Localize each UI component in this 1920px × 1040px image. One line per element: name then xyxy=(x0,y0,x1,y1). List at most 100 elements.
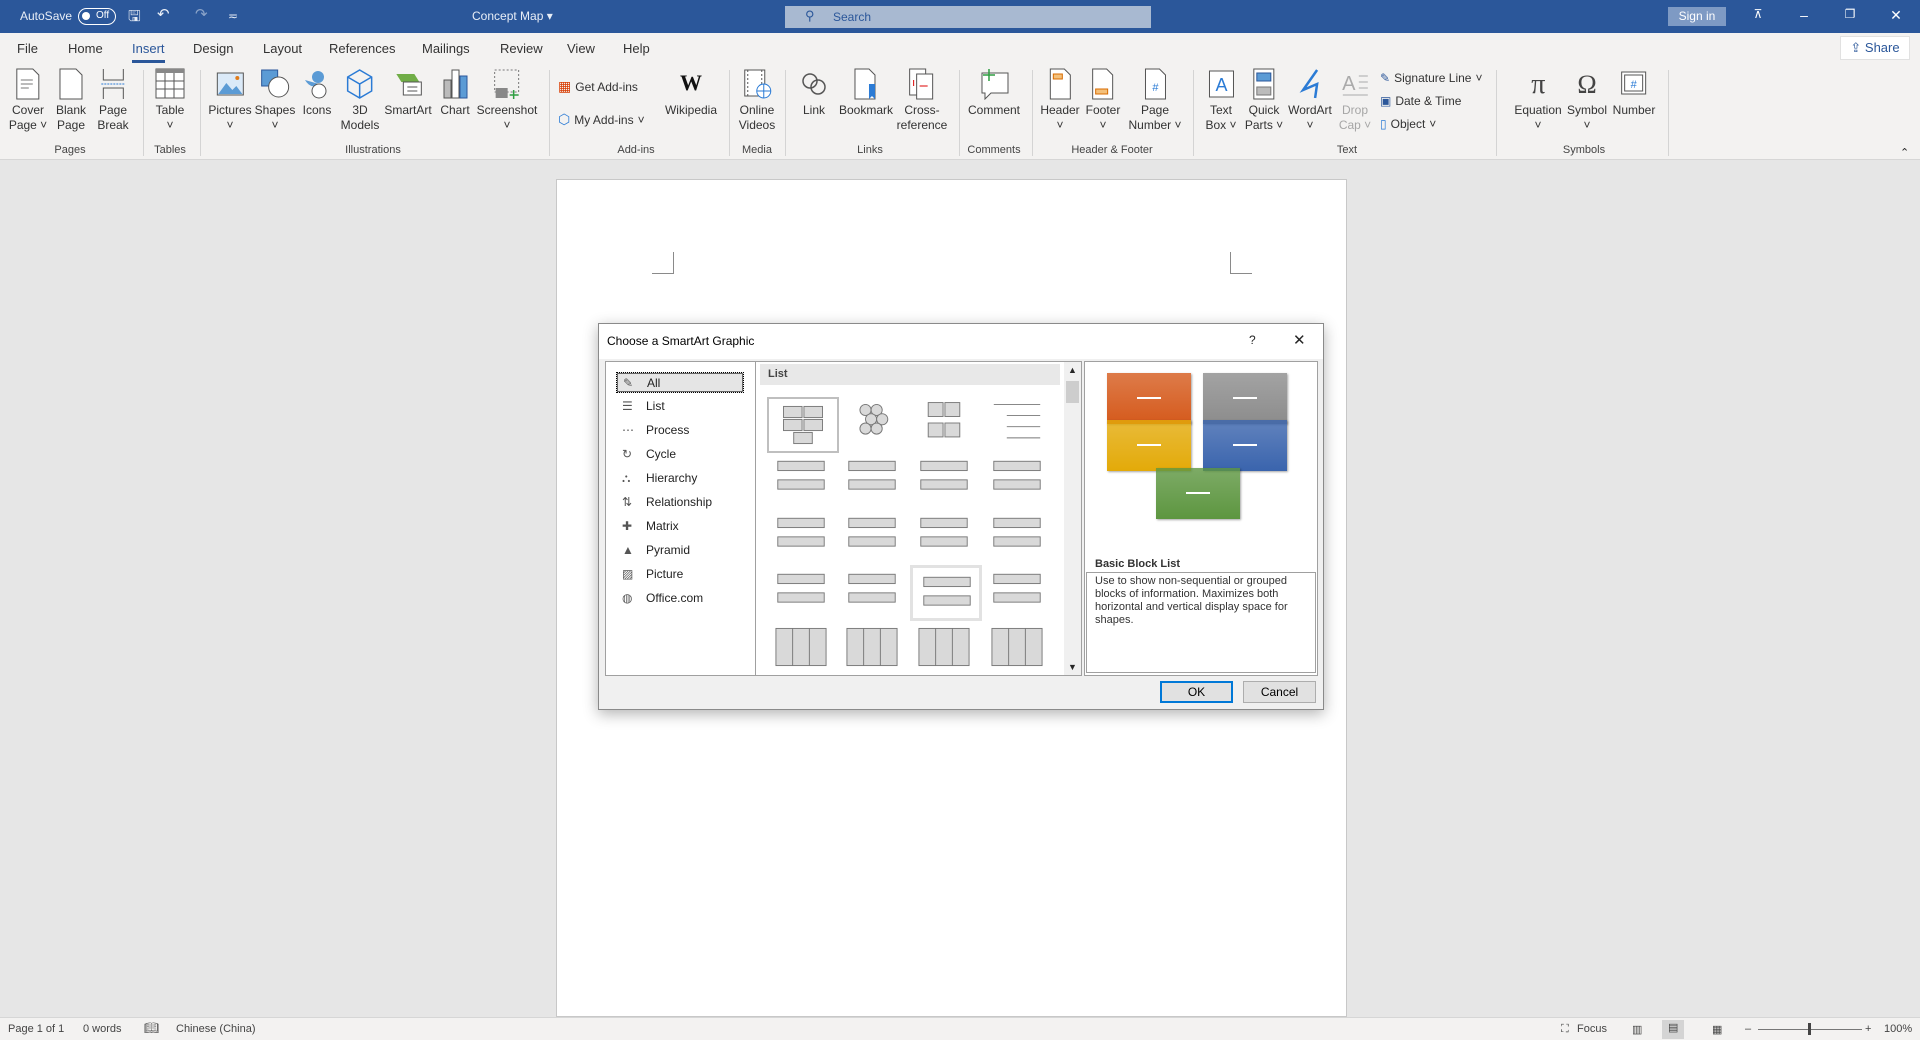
smartart-layout-thumbnail[interactable] xyxy=(910,452,982,508)
close-icon[interactable]: ✕ xyxy=(1886,7,1906,24)
language[interactable]: Chinese (China) xyxy=(176,1023,255,1035)
page-break-button[interactable]: Page Break xyxy=(97,68,129,133)
help-button[interactable]: ? xyxy=(1249,333,1256,347)
category-cycle[interactable]: ↻ Cycle xyxy=(616,444,744,465)
share-button[interactable]: ⇪ Share xyxy=(1840,36,1910,60)
category-matrix[interactable]: ✚ Matrix xyxy=(616,516,744,537)
restore-icon[interactable]: ❐ xyxy=(1840,7,1860,21)
sign-in-button[interactable]: Sign in xyxy=(1668,7,1726,26)
scrollbar-thumb[interactable] xyxy=(1066,381,1079,403)
signature-line-button[interactable]: ✎ Signature Line ˅ xyxy=(1380,71,1482,85)
smartart-layout-thumbnail[interactable] xyxy=(983,509,1055,565)
autosave-toggle[interactable]: Off xyxy=(78,8,116,25)
drop-cap-button[interactable]: A Drop Cap ˅ xyxy=(1339,68,1371,133)
smartart-layout-thumbnail[interactable] xyxy=(767,621,839,677)
table-button[interactable]: Table ˅ xyxy=(155,68,185,133)
smartart-layout-thumbnail[interactable] xyxy=(983,397,1055,453)
screenshot-button[interactable]: Screenshot ˅ xyxy=(477,68,537,133)
category-pyramid[interactable]: ▲ Pyramid xyxy=(616,540,744,561)
shapes-button[interactable]: Shapes ˅ xyxy=(255,68,295,133)
category-all[interactable]: ✎ All xyxy=(616,372,744,393)
focus-button[interactable]: Focus xyxy=(1577,1023,1607,1035)
wordart-button[interactable]: WordArt ˅ xyxy=(1288,68,1332,133)
blank-page-button[interactable]: Blank Page xyxy=(56,68,86,133)
redo-icon[interactable]: ↷ xyxy=(195,5,208,23)
smartart-layout-thumbnail[interactable] xyxy=(910,397,982,453)
tab-design[interactable]: Design xyxy=(193,41,233,56)
smartart-layout-thumbnail[interactable] xyxy=(910,621,982,677)
print-layout-icon[interactable]: ▤ xyxy=(1662,1020,1685,1039)
smartart-layout-thumbnail[interactable] xyxy=(983,621,1055,677)
zoom-slider-thumb[interactable] xyxy=(1808,1023,1811,1035)
tab-layout[interactable]: Layout xyxy=(263,41,302,56)
smartart-layout-thumbnail[interactable] xyxy=(838,621,910,677)
number-button[interactable]: # Number xyxy=(1613,68,1655,118)
smartart-layout-thumbnail[interactable] xyxy=(767,452,839,508)
collapse-ribbon-icon[interactable]: ⌃ xyxy=(1900,146,1909,159)
tab-view[interactable]: View xyxy=(567,41,595,56)
focus-icon[interactable]: ⛶ xyxy=(1561,1023,1569,1036)
ribbon-display-icon[interactable]: ⊼ xyxy=(1748,7,1768,21)
save-icon[interactable]: 🖫 xyxy=(128,6,141,31)
zoom-in-icon[interactable]: + xyxy=(1865,1023,1871,1035)
search-input[interactable]: Search xyxy=(785,6,1151,28)
web-layout-icon[interactable]: ▦ xyxy=(1712,1023,1722,1036)
zoom-out-icon[interactable]: – xyxy=(1745,1023,1751,1035)
3d-models-button[interactable]: 3D Models xyxy=(341,68,379,133)
cross-reference-button[interactable]: Cross-reference xyxy=(897,68,947,133)
minimize-icon[interactable]: – xyxy=(1794,7,1814,23)
smartart-layout-thumbnail[interactable] xyxy=(910,509,982,565)
smartart-layout-thumbnail[interactable] xyxy=(767,565,839,621)
zoom-level[interactable]: 100% xyxy=(1884,1023,1912,1035)
equation-button[interactable]: π Equation ˅ xyxy=(1514,68,1561,133)
cancel-button[interactable]: Cancel xyxy=(1243,681,1316,703)
category-office-com[interactable]: ◍ Office.com xyxy=(616,588,744,609)
chart-button[interactable]: Chart xyxy=(440,68,470,118)
read-mode-icon[interactable]: ▥ xyxy=(1632,1023,1642,1036)
word-count[interactable]: 0 words xyxy=(83,1023,122,1035)
pictures-button[interactable]: Pictures ˅ xyxy=(208,68,252,133)
smartart-layout-thumbnail[interactable] xyxy=(983,452,1055,508)
undo-icon[interactable]: ↶ xyxy=(157,5,170,23)
tab-review[interactable]: Review xyxy=(500,41,543,56)
link-button[interactable]: Link xyxy=(799,68,829,118)
tab-references[interactable]: References xyxy=(329,41,395,56)
smartart-layout-thumbnail[interactable] xyxy=(838,397,910,453)
customize-toolbar-icon[interactable]: ≂ xyxy=(228,9,238,23)
category-list[interactable]: ☰ List xyxy=(616,396,744,417)
comment-button[interactable]: Comment xyxy=(968,68,1020,118)
tab-insert[interactable]: Insert xyxy=(132,41,165,63)
category-process[interactable]: ⋯ Process xyxy=(616,420,744,441)
date-time-button[interactable]: ▣ Date & Time xyxy=(1380,94,1461,108)
page-count[interactable]: Page 1 of 1 xyxy=(8,1023,64,1035)
tab-help[interactable]: Help xyxy=(623,41,650,56)
quick-parts-button[interactable]: Quick Parts ˅ xyxy=(1245,68,1283,133)
close-dialog-button[interactable]: ✕ xyxy=(1293,331,1306,349)
tab-home[interactable]: Home xyxy=(68,41,103,56)
scroll-down-icon[interactable]: ▼ xyxy=(1068,662,1077,672)
symbol-button[interactable]: Ω Symbol ˅ xyxy=(1567,68,1607,133)
tab-mailings[interactable]: Mailings xyxy=(422,41,470,56)
object-button[interactable]: ▯ Object ˅ xyxy=(1380,117,1436,131)
smartart-layout-thumbnail[interactable] xyxy=(767,509,839,565)
smartart-layout-thumbnail[interactable] xyxy=(767,397,839,453)
footer-button[interactable]: Footer ˅ xyxy=(1086,68,1120,133)
text-box-button[interactable]: A Text Box ˅ xyxy=(1205,68,1237,133)
my-add-ins-button[interactable]: ⬡ My Add-ins ˅ xyxy=(558,111,645,128)
smartart-button[interactable]: SmartArt xyxy=(384,68,432,118)
smartart-layout-thumbnail[interactable] xyxy=(838,509,910,565)
cover-page-button[interactable]: Cover Page ˅ xyxy=(9,68,47,133)
page-number-button[interactable]: # Page Number ˅ xyxy=(1128,68,1182,133)
header-button[interactable]: Header ˅ xyxy=(1040,68,1080,133)
ok-button[interactable]: OK xyxy=(1160,681,1233,703)
get-add-ins-button[interactable]: ▦ Get Add-ins xyxy=(558,78,638,95)
online-videos-button[interactable]: Online Videos xyxy=(739,68,775,133)
document-title[interactable]: Concept Map ▾ xyxy=(472,9,553,23)
category-picture[interactable]: ▨ Picture xyxy=(616,564,744,585)
tab-file[interactable]: File xyxy=(17,41,38,56)
category-relationship[interactable]: ⇅ Relationship xyxy=(616,492,744,513)
scroll-up-icon[interactable]: ▲ xyxy=(1068,365,1077,375)
smartart-layout-thumbnail[interactable] xyxy=(910,565,982,621)
smartart-layout-thumbnail[interactable] xyxy=(838,565,910,621)
proofing-icon[interactable]: 📖︎ xyxy=(144,1021,159,1035)
